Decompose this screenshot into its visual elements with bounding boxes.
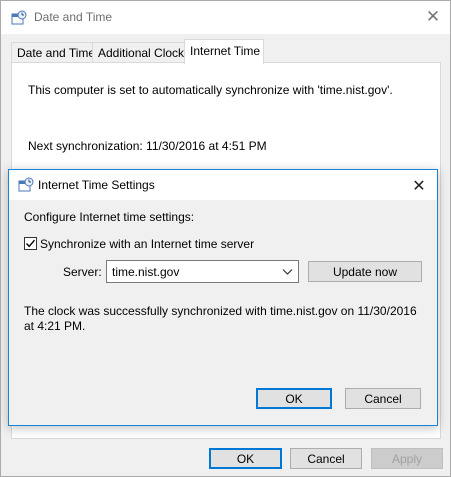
- cancel-button[interactable]: Cancel: [290, 448, 362, 469]
- sync-result-text: The clock was successfully synchronized …: [24, 304, 417, 318]
- server-value: time.nist.gov: [112, 265, 180, 279]
- tab-strip: Date and Time Additional Clocks Internet…: [11, 39, 441, 64]
- chevron-down-icon[interactable]: [280, 264, 295, 279]
- ok-button[interactable]: OK: [209, 448, 282, 469]
- close-icon[interactable]: ✕: [407, 174, 431, 196]
- tab-additional-clocks[interactable]: Additional Clocks: [92, 42, 190, 63]
- dialog-cancel-button[interactable]: Cancel: [345, 388, 421, 409]
- apply-button[interactable]: Apply: [371, 448, 443, 469]
- tab-date-and-time[interactable]: Date and Time: [11, 42, 95, 63]
- server-label: Server:: [63, 265, 102, 279]
- close-icon[interactable]: ✕: [420, 5, 446, 29]
- tab-internet-time[interactable]: Internet Time: [184, 39, 264, 64]
- clock-calendar-icon: [18, 177, 34, 193]
- sync-status-text: This computer is set to automatically sy…: [28, 83, 393, 97]
- checkmark-icon: [25, 239, 36, 248]
- configure-label: Configure Internet time settings:: [24, 210, 195, 224]
- sync-result-time: at 4:21 PM.: [24, 319, 86, 333]
- window-title: Date and Time: [34, 10, 113, 24]
- next-sync-text: Next synchronization: 11/30/2016 at 4:51…: [28, 139, 267, 153]
- server-dropdown[interactable]: time.nist.gov: [106, 260, 299, 283]
- dialog-ok-button[interactable]: OK: [256, 388, 332, 409]
- sync-checkbox[interactable]: [24, 237, 37, 250]
- clock-calendar-icon: [11, 10, 27, 26]
- update-now-button[interactable]: Update now: [308, 261, 422, 282]
- internet-time-settings-dialog: Internet Time Settings ✕ Configure Inter…: [8, 169, 438, 426]
- dialog-title-bar[interactable]: Internet Time Settings ✕: [9, 170, 437, 200]
- dialog-title: Internet Time Settings: [38, 178, 155, 192]
- sync-checkbox-label[interactable]: Synchronize with an Internet time server: [40, 237, 254, 251]
- title-bar[interactable]: Date and Time ✕: [1, 1, 450, 34]
